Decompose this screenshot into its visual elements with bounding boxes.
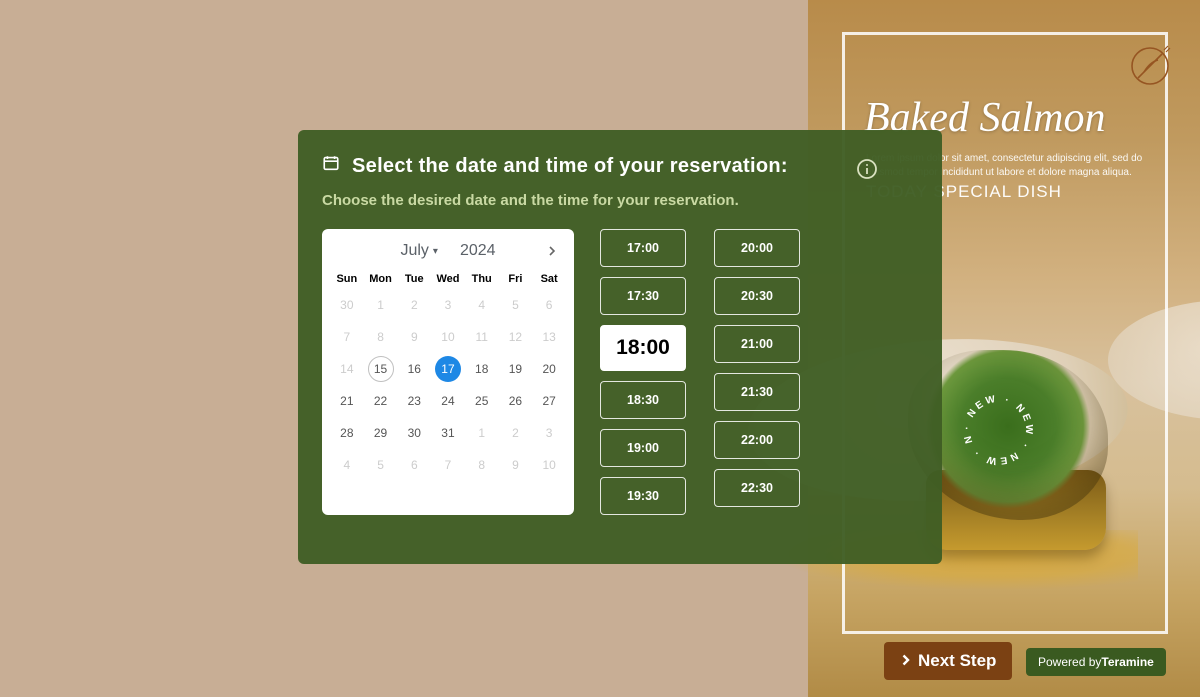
chevron-down-icon: ▾ — [433, 246, 438, 257]
calendar-day: 2 — [499, 417, 533, 449]
next-step-button[interactable]: Next Step — [884, 642, 1012, 680]
time-slot[interactable]: 17:00 — [600, 229, 686, 267]
calendar-day: 11 — [465, 321, 499, 353]
calendar-dow: Wed — [431, 267, 465, 289]
powered-brand: Teramine — [1101, 655, 1153, 669]
next-step-label: Next Step — [918, 651, 996, 671]
card-title: Select the date and time of your reserva… — [352, 155, 788, 178]
calendar-dow: Sun — [330, 267, 364, 289]
time-slot[interactable]: 22:00 — [714, 421, 800, 459]
calendar-day: 12 — [499, 321, 533, 353]
calendar-day[interactable]: 24 — [431, 385, 465, 417]
calendar-day[interactable]: 26 — [499, 385, 533, 417]
calendar-dow: Thu — [465, 267, 499, 289]
calendar-day[interactable]: 20 — [532, 353, 566, 385]
calendar-day[interactable]: 22 — [364, 385, 398, 417]
calendar-day[interactable]: 28 — [330, 417, 364, 449]
card-subtitle: Choose the desired date and the time for… — [322, 192, 918, 209]
calendar-day: 14 — [330, 353, 364, 385]
calendar-day[interactable]: 17 — [431, 353, 465, 385]
calendar-day: 7 — [431, 449, 465, 481]
next-month-button[interactable] — [542, 241, 562, 261]
time-slot[interactable]: 19:00 — [600, 429, 686, 467]
calendar-day: 6 — [397, 449, 431, 481]
time-slot[interactable]: 17:30 — [600, 277, 686, 315]
chevron-right-icon — [900, 651, 912, 671]
calendar-day[interactable]: 16 — [397, 353, 431, 385]
calendar-day: 1 — [465, 417, 499, 449]
calendar-day: 1 — [364, 289, 398, 321]
calendar-day: 8 — [364, 321, 398, 353]
time-slot[interactable]: 18:00 — [600, 325, 686, 371]
time-slot[interactable]: 22:30 — [714, 469, 800, 507]
calendar-day: 5 — [499, 289, 533, 321]
calendar-day: 8 — [465, 449, 499, 481]
time-slot[interactable]: 21:30 — [714, 373, 800, 411]
calendar-day: 10 — [431, 321, 465, 353]
time-slot[interactable]: 20:00 — [714, 229, 800, 267]
calendar-dow: Mon — [364, 267, 398, 289]
calendar-day: 3 — [431, 289, 465, 321]
time-slot[interactable]: 19:30 — [600, 477, 686, 515]
time-slots: 17:00 17:30 18:00 18:30 19:00 19:30 20:00 20:3… — [600, 229, 800, 515]
month-selector[interactable]: July ▾ — [400, 242, 437, 260]
calendar-day: 10 — [532, 449, 566, 481]
calendar-day: 30 — [330, 289, 364, 321]
calendar: July ▾ 2024 SunMonTueWedThuFriSat 301234… — [322, 229, 574, 515]
calendar-day[interactable]: 29 — [364, 417, 398, 449]
calendar-day: 13 — [532, 321, 566, 353]
calendar-day: 4 — [465, 289, 499, 321]
calendar-day: 4 — [330, 449, 364, 481]
calendar-day[interactable]: 27 — [532, 385, 566, 417]
time-slot[interactable]: 21:00 — [714, 325, 800, 363]
month-label: July — [400, 242, 428, 260]
year-label[interactable]: 2024 — [460, 242, 496, 260]
calendar-dow: Sat — [532, 267, 566, 289]
calendar-dow: Tue — [397, 267, 431, 289]
calendar-day[interactable]: 23 — [397, 385, 431, 417]
calendar-day[interactable]: 31 — [431, 417, 465, 449]
time-slot[interactable]: 18:30 — [600, 381, 686, 419]
calendar-dow: Fri — [499, 267, 533, 289]
card-header: Select the date and time of your reserva… — [322, 154, 918, 178]
calendar-day: 5 — [364, 449, 398, 481]
calendar-day: 2 — [397, 289, 431, 321]
brand-logo-icon — [1128, 44, 1172, 88]
calendar-day: 3 — [532, 417, 566, 449]
calendar-day: 6 — [532, 289, 566, 321]
info-icon[interactable] — [856, 158, 878, 180]
calendar-header: July ▾ 2024 — [330, 235, 566, 267]
calendar-day: 9 — [397, 321, 431, 353]
calendar-icon — [322, 154, 340, 178]
calendar-day: 7 — [330, 321, 364, 353]
time-slot[interactable]: 20:30 — [714, 277, 800, 315]
calendar-day[interactable]: 15 — [364, 353, 398, 385]
calendar-day[interactable]: 19 — [499, 353, 533, 385]
powered-prefix: Powered by — [1038, 655, 1101, 669]
calendar-day[interactable]: 30 — [397, 417, 431, 449]
powered-by[interactable]: Powered byTeramine — [1026, 648, 1166, 676]
calendar-day[interactable]: 25 — [465, 385, 499, 417]
calendar-day: 9 — [499, 449, 533, 481]
reservation-card: Select the date and time of your reserva… — [298, 130, 942, 564]
calendar-day[interactable]: 21 — [330, 385, 364, 417]
calendar-day[interactable]: 18 — [465, 353, 499, 385]
